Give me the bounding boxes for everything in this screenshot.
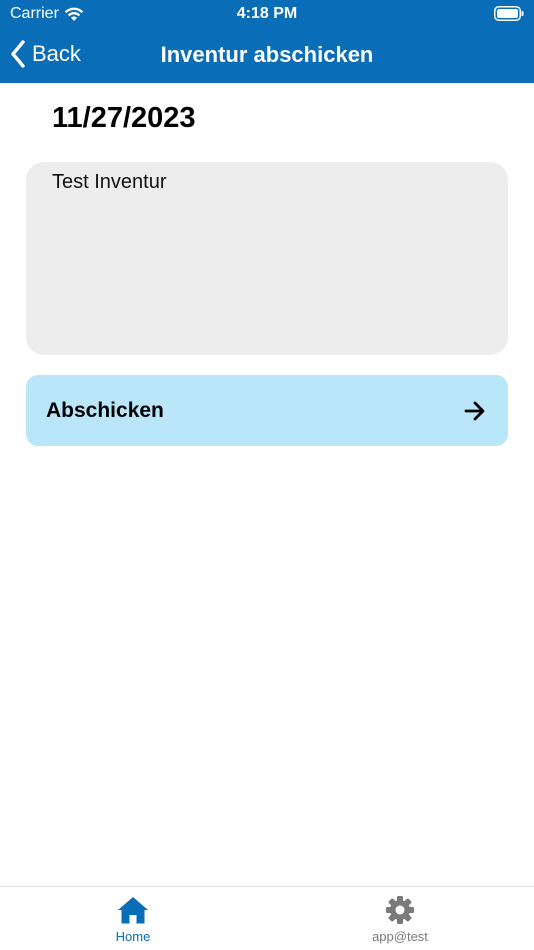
tab-home[interactable]: Home <box>73 893 193 949</box>
tab-account[interactable]: app@test <box>340 893 460 949</box>
home-icon <box>118 897 148 924</box>
tab-home-label: Home <box>115 929 151 944</box>
status-bar: Carrier 4:18 PM <box>0 0 534 28</box>
nav-bar: Back Inventur abschicken <box>0 28 534 83</box>
note-field[interactable]: Test Inventur <box>26 162 508 355</box>
screen: Carrier 4:18 PM Back Inventur abschicken… <box>0 0 534 950</box>
tab-bar: Home app@test <box>0 886 534 950</box>
tab-account-label: app@test <box>372 929 428 944</box>
gear-icon <box>386 896 414 924</box>
battery-icon <box>494 6 524 21</box>
header: Carrier 4:18 PM Back Inventur abschicken <box>0 0 534 83</box>
status-time: 4:18 PM <box>236 5 298 22</box>
chevron-left-icon <box>11 40 25 68</box>
date-label: 11/27/2023 <box>52 102 196 134</box>
back-button[interactable]: Back <box>10 38 81 70</box>
arrow-right-icon <box>464 401 485 420</box>
submit-label: Abschicken <box>46 398 164 422</box>
back-label: Back <box>32 41 81 66</box>
submit-button[interactable]: Abschicken <box>26 375 508 446</box>
